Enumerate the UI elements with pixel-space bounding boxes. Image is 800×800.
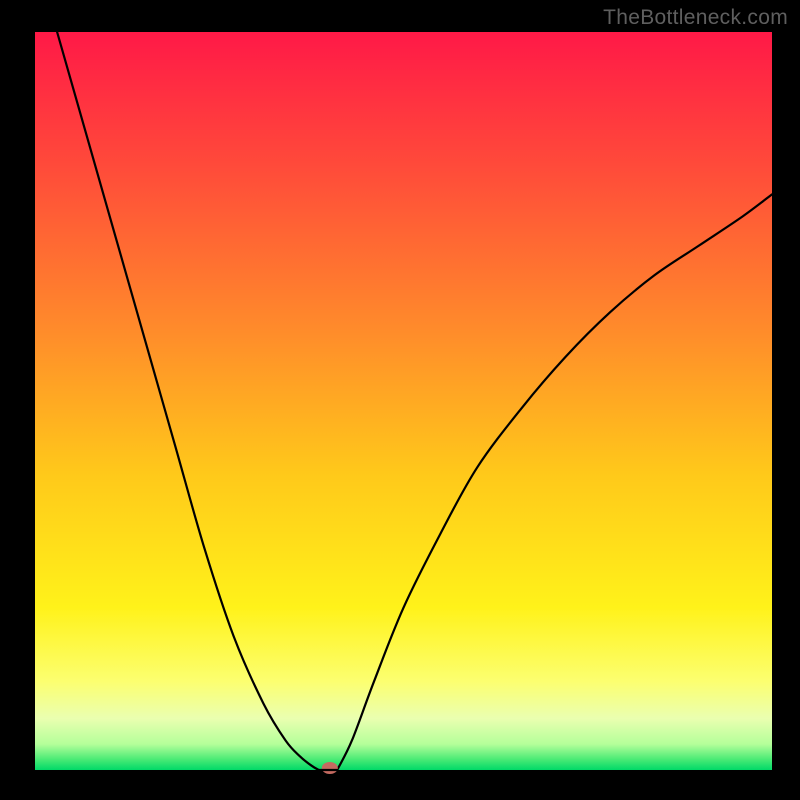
chart-frame: TheBottleneck.com: [0, 0, 800, 800]
watermark-text: TheBottleneck.com: [603, 6, 788, 30]
plot-area: [35, 32, 772, 770]
chart-svg: [0, 0, 800, 800]
optimum-marker: [322, 762, 338, 774]
